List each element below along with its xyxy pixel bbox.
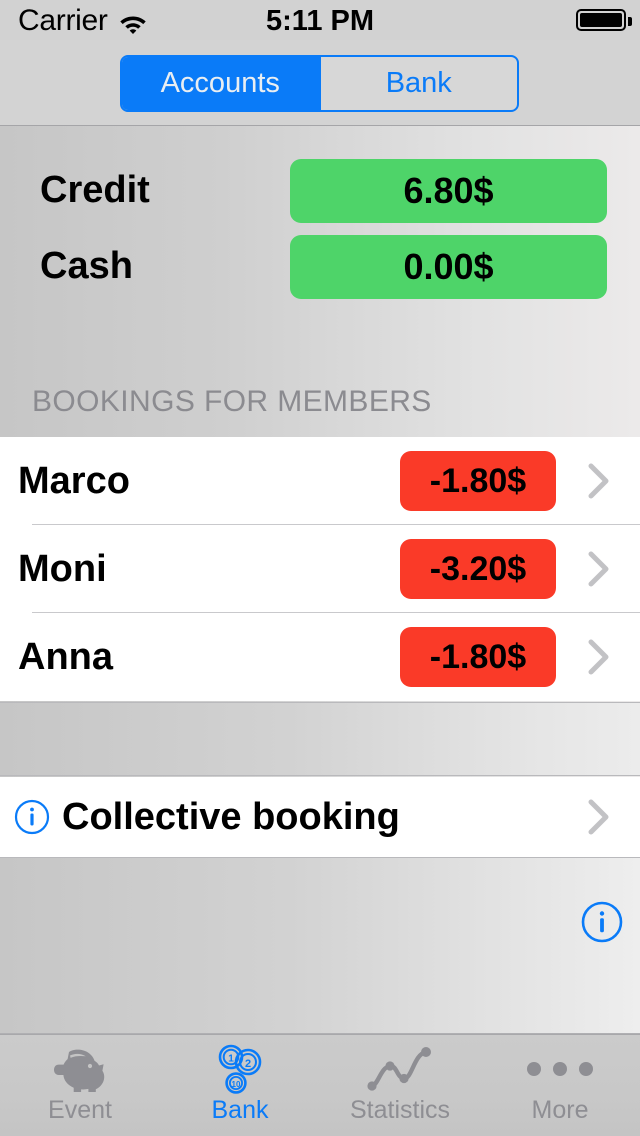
member-name: Moni bbox=[18, 547, 107, 590]
cash-amount-badge: 0.00$ bbox=[290, 234, 607, 299]
coins-icon: 1 2 10 bbox=[209, 1043, 271, 1095]
table-row[interactable]: Moni -3.20$ bbox=[0, 525, 640, 613]
section-header-bookings: BOOKINGS FOR MEMBERS bbox=[32, 385, 432, 418]
credit-amount-badge: 6.80$ bbox=[290, 158, 607, 223]
tab-label: Event bbox=[48, 1096, 112, 1124]
ellipsis-icon bbox=[522, 1043, 598, 1095]
battery-full-icon bbox=[576, 9, 626, 31]
tab-label: Bank bbox=[211, 1096, 269, 1124]
svg-text:10: 10 bbox=[232, 1080, 241, 1089]
tab-label: More bbox=[531, 1096, 589, 1124]
segmented-control[interactable]: Accounts Bank bbox=[120, 55, 519, 112]
chevron-right-icon bbox=[588, 798, 610, 836]
status-bar: Carrier 5:11 PM bbox=[0, 0, 640, 40]
tab-statistics[interactable]: Statistics bbox=[320, 1035, 480, 1136]
piggy-bank-icon bbox=[49, 1043, 111, 1095]
members-list: Marco -1.80$ Moni -3.20$ Anna -1.80$ bbox=[0, 437, 640, 701]
collective-booking-label: Collective booking bbox=[62, 795, 400, 838]
svg-text:2: 2 bbox=[245, 1058, 251, 1070]
member-amount-badge: -3.20$ bbox=[400, 539, 556, 599]
credit-label: Credit bbox=[40, 169, 150, 211]
segment-bank[interactable]: Bank bbox=[318, 57, 518, 110]
tab-event[interactable]: Event bbox=[0, 1035, 160, 1136]
chevron-right-icon bbox=[588, 550, 610, 588]
chevron-right-icon bbox=[588, 638, 610, 676]
footer-area bbox=[0, 858, 640, 1034]
info-circle-icon[interactable] bbox=[581, 901, 623, 943]
member-amount-badge: -1.80$ bbox=[400, 451, 556, 511]
line-chart-icon bbox=[364, 1043, 436, 1095]
total-row-cash: Cash 0.00$ bbox=[0, 230, 640, 303]
table-row[interactable]: Anna -1.80$ bbox=[0, 613, 640, 701]
tab-more[interactable]: More bbox=[480, 1035, 640, 1136]
cash-label: Cash bbox=[40, 245, 133, 287]
section-gap bbox=[0, 702, 640, 776]
table-row[interactable]: Marco -1.80$ bbox=[0, 437, 640, 525]
info-circle-icon bbox=[14, 799, 50, 835]
battery-nub-icon bbox=[628, 17, 632, 26]
member-name: Marco bbox=[18, 459, 130, 502]
tab-bank[interactable]: 1 2 10 Bank bbox=[160, 1035, 320, 1136]
segment-accounts[interactable]: Accounts bbox=[122, 57, 319, 110]
member-name: Anna bbox=[18, 635, 113, 678]
total-row-credit: Credit 6.80$ bbox=[0, 154, 640, 227]
collective-booking-row[interactable]: Collective booking bbox=[0, 777, 640, 858]
chevron-right-icon bbox=[588, 462, 610, 500]
svg-text:1: 1 bbox=[228, 1054, 234, 1065]
segmented-control-bar: Accounts Bank bbox=[0, 40, 640, 126]
app-screen: Carrier 5:11 PM Accounts Bank Credit 6.8… bbox=[0, 0, 640, 1136]
clock-label: 5:11 PM bbox=[266, 5, 374, 37]
member-amount-badge: -1.80$ bbox=[400, 627, 556, 687]
tab-label: Statistics bbox=[349, 1096, 451, 1124]
tab-bar: Event 1 2 10 Bank Statistics More bbox=[0, 1034, 640, 1136]
